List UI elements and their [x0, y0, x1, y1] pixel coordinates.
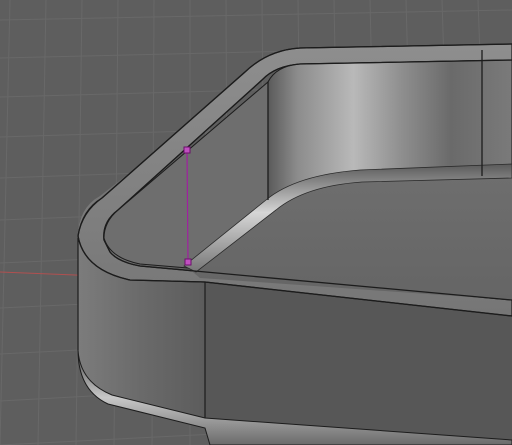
sketch-point-top[interactable]	[183, 146, 191, 154]
sketch-point-bottom[interactable]	[184, 258, 192, 266]
3d-viewport[interactable]	[0, 0, 512, 445]
